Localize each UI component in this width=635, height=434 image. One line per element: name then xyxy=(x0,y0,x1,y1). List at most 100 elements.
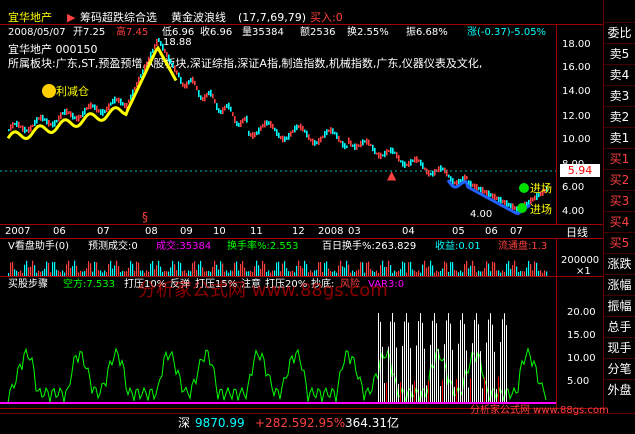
sidebar-item[interactable]: 买2 xyxy=(604,169,635,190)
volume-bar xyxy=(534,261,536,276)
indicator-bar xyxy=(388,346,389,403)
volume-bar xyxy=(132,263,134,276)
volume-bar xyxy=(414,270,416,276)
volume-bar xyxy=(420,272,422,276)
sidebar-item[interactable]: 买4 xyxy=(604,211,635,232)
volume-bar xyxy=(114,265,116,276)
sidebar-item[interactable]: 卖5 xyxy=(604,43,635,64)
candlestick xyxy=(56,119,58,123)
volume-bar xyxy=(150,263,152,276)
sidebar-item[interactable]: 卖2 xyxy=(604,106,635,127)
indicator-bar xyxy=(470,378,471,403)
indicator-bar xyxy=(472,343,473,403)
candlestick xyxy=(86,106,88,111)
volume-bar xyxy=(434,272,436,276)
volume-bar xyxy=(398,270,400,276)
volume-bar xyxy=(118,266,120,276)
play-arrow-icon[interactable]: ▶ xyxy=(67,11,75,24)
volume-bar xyxy=(16,270,18,276)
sidebar-item[interactable]: 外盘 xyxy=(604,379,635,400)
indicator-bar xyxy=(398,383,399,403)
sidebar-item[interactable]: 涨跌 xyxy=(604,253,635,274)
volume-bar xyxy=(394,270,396,276)
candlestick xyxy=(182,82,184,87)
indicator-chart xyxy=(0,313,556,404)
sidebar-item[interactable]: 分笔 xyxy=(604,358,635,379)
volume-bar xyxy=(128,267,130,276)
volume-bar xyxy=(484,268,486,276)
sidebar-item[interactable]: 委比 xyxy=(604,22,635,43)
stock-name[interactable]: 宜华地产 xyxy=(8,11,52,24)
volume-bar xyxy=(44,268,46,276)
candlestick xyxy=(476,184,478,191)
sidebar-item[interactable]: 买1 xyxy=(604,148,635,169)
volume-bar xyxy=(82,271,84,276)
candlestick xyxy=(84,107,86,115)
candlestick xyxy=(196,85,198,91)
sidebar-item[interactable]: 现手 xyxy=(604,337,635,358)
indicator-bar xyxy=(404,321,405,403)
volume-bar xyxy=(474,265,476,276)
candlestick xyxy=(92,104,94,108)
candlestick xyxy=(420,159,422,166)
high-marker: 18.88 xyxy=(163,37,192,48)
sidebar-item[interactable]: 涨幅 xyxy=(604,274,635,295)
sidebar-item[interactable]: 振幅 xyxy=(604,295,635,316)
candlestick xyxy=(36,117,38,124)
indicator-bar xyxy=(458,343,459,403)
candlestick xyxy=(360,140,362,148)
candlestick xyxy=(504,199,506,206)
volume-bar xyxy=(176,270,178,276)
volume-bar xyxy=(280,271,282,276)
volume-bar xyxy=(516,266,518,276)
volume-bar xyxy=(438,271,440,276)
volume-bar xyxy=(350,272,352,276)
volume-bar xyxy=(314,270,316,276)
volume-bar xyxy=(476,272,478,276)
indicator-bar xyxy=(448,313,449,403)
indicator-line xyxy=(7,346,547,404)
indicator-name[interactable]: 筹码超跌综合选 xyxy=(80,11,157,24)
volume-bar xyxy=(14,269,16,276)
volume-bar xyxy=(454,270,456,276)
sidebar-item[interactable]: 卖4 xyxy=(604,64,635,85)
volume-bar xyxy=(70,267,72,276)
indicator-bar xyxy=(484,377,485,403)
volume-bar xyxy=(40,271,42,276)
indicator-bar xyxy=(446,320,447,403)
candlestick xyxy=(72,112,74,120)
sidebar-item[interactable]: 卖1 xyxy=(604,127,635,148)
candlestick xyxy=(394,151,396,154)
sidebar-item[interactable]: 买5 xyxy=(604,232,635,253)
volume-bar xyxy=(348,264,350,276)
candlestick xyxy=(192,76,194,84)
candlestick xyxy=(242,118,244,124)
volume-bar xyxy=(318,262,320,276)
volume-bar xyxy=(290,271,292,276)
volume-bar xyxy=(306,264,308,276)
sidebar-item[interactable]: 卖3 xyxy=(604,85,635,106)
volume-bar xyxy=(104,270,106,276)
volume-bar xyxy=(402,261,404,276)
volume-bar xyxy=(170,267,172,276)
volume-bar xyxy=(390,265,392,276)
volume-bar xyxy=(174,264,176,276)
volume-bar xyxy=(240,263,242,276)
volume-bar xyxy=(406,272,408,276)
volume-bar xyxy=(154,269,156,276)
volume-bar xyxy=(72,266,74,276)
sidebar-item[interactable]: 总手 xyxy=(604,316,635,337)
candlestick xyxy=(348,137,350,144)
candlestick xyxy=(514,206,516,210)
candlestick xyxy=(484,190,486,194)
timeframe-label[interactable]: 日线 xyxy=(566,226,588,239)
volume-bar xyxy=(116,260,118,276)
volume-bar xyxy=(528,261,530,276)
candlestick xyxy=(112,98,114,105)
sidebar-item[interactable]: 买3 xyxy=(604,190,635,211)
candlestick xyxy=(356,143,358,150)
candlestick xyxy=(372,144,374,152)
arrow-up-icon: ▲ xyxy=(387,168,397,182)
indicator-axis-label: 10.00 xyxy=(567,353,596,364)
candlestick xyxy=(164,48,166,53)
